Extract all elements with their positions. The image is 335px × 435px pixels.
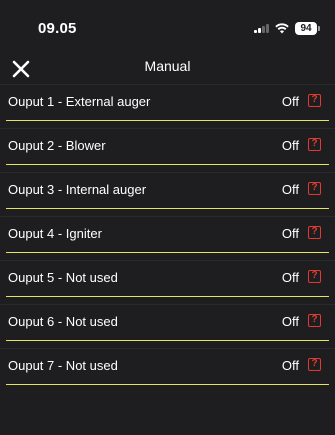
- output-label: Ouput 1 - External auger: [8, 94, 151, 109]
- output-row-6[interactable]: Ouput 6 - Not used Off ?: [0, 304, 335, 341]
- output-state: Off: [281, 314, 299, 329]
- wifi-icon: [275, 22, 289, 34]
- manual-screen: 09.05 94 Manual Ouput 1 - External auger…: [0, 0, 335, 435]
- output-row-1[interactable]: Ouput 1 - External auger Off ?: [0, 84, 335, 121]
- output-state: Off: [281, 94, 299, 109]
- output-state: Off: [281, 270, 299, 285]
- output-state: Off: [281, 358, 299, 373]
- output-state: Off: [281, 226, 299, 241]
- output-label: Ouput 6 - Not used: [8, 314, 118, 329]
- output-label: Ouput 2 - Blower: [8, 138, 106, 153]
- output-list: Ouput 1 - External auger Off ? Ouput 2 -…: [0, 84, 335, 392]
- output-state: Off: [281, 138, 299, 153]
- help-icon[interactable]: ?: [308, 182, 321, 195]
- battery-icon: 94: [295, 21, 320, 35]
- help-icon[interactable]: ?: [308, 226, 321, 239]
- output-label: Ouput 7 - Not used: [8, 358, 118, 373]
- help-icon[interactable]: ?: [308, 94, 321, 107]
- help-icon[interactable]: ?: [308, 138, 321, 151]
- nav-bar: Manual: [0, 52, 335, 84]
- output-label: Ouput 3 - Internal auger: [8, 182, 147, 197]
- signal-icon: [254, 23, 269, 33]
- output-label: Ouput 4 - Igniter: [8, 226, 102, 241]
- output-state: Off: [281, 182, 299, 197]
- output-label: Ouput 5 - Not used: [8, 270, 118, 285]
- output-row-4[interactable]: Ouput 4 - Igniter Off ?: [0, 216, 335, 253]
- output-row-2[interactable]: Ouput 2 - Blower Off ?: [0, 128, 335, 165]
- page-title: Manual: [144, 58, 191, 74]
- output-row-7[interactable]: Ouput 7 - Not used Off ?: [0, 348, 335, 385]
- status-time: 09.05: [38, 20, 77, 37]
- help-icon[interactable]: ?: [308, 314, 321, 327]
- output-row-3[interactable]: Ouput 3 - Internal auger Off ?: [0, 172, 335, 209]
- status-bar: 09.05 94: [0, 0, 335, 52]
- help-icon[interactable]: ?: [308, 270, 321, 283]
- help-icon[interactable]: ?: [308, 358, 321, 371]
- status-icons: 94: [254, 21, 320, 35]
- output-row-5[interactable]: Ouput 5 - Not used Off ?: [0, 260, 335, 297]
